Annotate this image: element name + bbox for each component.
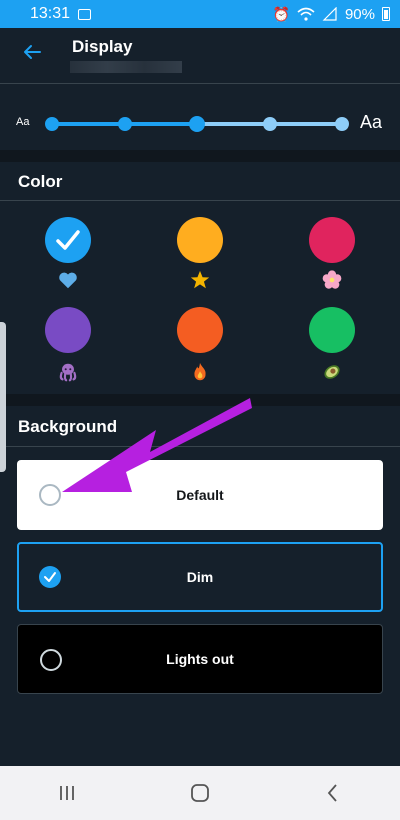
background-section-title: Background	[18, 417, 118, 436]
status-icons: ⏰ 90%	[273, 6, 390, 23]
heart-icon	[56, 268, 80, 292]
home-button[interactable]	[180, 773, 220, 813]
color-section-title: Color	[18, 172, 63, 191]
status-bar: 13:31 ⏰ 90%	[0, 0, 400, 28]
fire-icon	[188, 360, 212, 384]
color-swatch-purple[interactable]	[45, 307, 91, 353]
checkmark-icon	[56, 230, 80, 250]
gallery-icon	[78, 8, 92, 20]
slider-step-dot[interactable]	[189, 116, 205, 132]
back-chevron-icon	[328, 784, 337, 802]
slider-step-dot[interactable]	[262, 117, 277, 131]
background-option-default[interactable]: Default	[17, 460, 383, 530]
slider-step-dot[interactable]	[335, 117, 349, 131]
background-option-label: Lights out	[166, 651, 234, 667]
flower-icon	[320, 268, 344, 292]
octopus-icon	[56, 360, 80, 384]
recent-apps-button[interactable]	[47, 773, 87, 813]
edge-panel-handle[interactable]	[0, 322, 6, 472]
account-handle-redacted	[70, 61, 182, 73]
divider	[0, 394, 400, 406]
status-time: 13:31	[30, 5, 71, 22]
alarm-icon: ⏰	[272, 5, 290, 22]
divider	[0, 200, 400, 201]
avocado-icon	[320, 360, 344, 384]
radio-unchecked-icon[interactable]	[40, 649, 62, 671]
home-icon	[191, 784, 209, 802]
color-swatch-blue[interactable]	[45, 217, 91, 263]
wifi-icon	[297, 7, 315, 21]
background-option-label: Default	[176, 487, 224, 503]
back-arrow-icon[interactable]	[20, 40, 44, 64]
font-size-large-label: Aa	[360, 112, 383, 132]
recent-apps-icon	[59, 786, 74, 800]
battery-icon	[382, 7, 390, 21]
signal-icon	[322, 7, 337, 21]
font-size-slider[interactable]: Aa Aa	[0, 96, 400, 150]
battery-percent: 90%	[344, 5, 375, 23]
color-swatch-orange[interactable]	[177, 307, 223, 353]
system-nav-bar	[0, 766, 400, 820]
app-header: Display	[0, 28, 400, 84]
star-icon	[188, 268, 212, 292]
color-swatch-pink[interactable]	[309, 217, 355, 263]
background-option-label: Dim	[186, 569, 214, 585]
slider-step-dot[interactable]	[45, 117, 59, 131]
font-size-small-label: Aa	[16, 116, 30, 128]
back-button[interactable]	[313, 773, 353, 813]
radio-unchecked-icon[interactable]	[39, 484, 61, 506]
page-title: Display	[72, 37, 133, 56]
background-option-dim[interactable]: Dim	[17, 542, 383, 612]
background-option-lights-out[interactable]: Lights out	[17, 624, 383, 694]
color-swatch-green[interactable]	[309, 307, 355, 353]
slider-step-dot[interactable]	[117, 117, 132, 131]
divider	[0, 150, 400, 162]
radio-checked-icon[interactable]	[39, 566, 61, 588]
color-swatch-yellow[interactable]	[177, 217, 223, 263]
divider	[0, 446, 400, 447]
